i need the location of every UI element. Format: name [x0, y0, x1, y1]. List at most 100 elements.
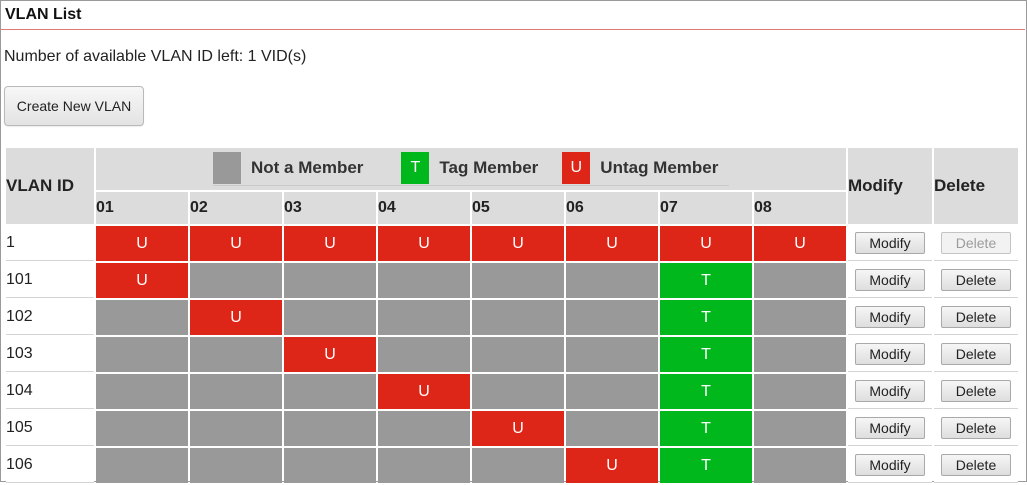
port-membership-cell	[284, 300, 376, 335]
port-membership-cell	[96, 374, 188, 409]
port-header-04: 04	[378, 192, 470, 224]
delete-cell: Delete	[934, 263, 1018, 298]
port-membership-cell: U	[566, 226, 658, 261]
port-membership-cell	[378, 263, 470, 298]
vlan-table: VLAN ID Not a Member T Tag Member U Unta…	[4, 146, 1020, 485]
untag-member-swatch: U	[562, 152, 591, 184]
port-membership-cell	[378, 411, 470, 446]
delete-button[interactable]: Delete	[941, 269, 1011, 291]
port-membership-cell	[378, 337, 470, 372]
title-bar: VLAN List	[1, 1, 1025, 30]
port-membership-cell	[96, 448, 188, 483]
tag-member-label: Tag Member	[439, 158, 539, 177]
port-membership-cell: T	[660, 300, 752, 335]
port-membership-cell: T	[660, 263, 752, 298]
port-membership-cell: U	[378, 374, 470, 409]
modify-button[interactable]: Modify	[855, 454, 925, 476]
port-membership-cell	[378, 448, 470, 483]
port-header-05: 05	[472, 192, 564, 224]
table-row: 103 U T Modify Delete	[6, 337, 1018, 372]
legend-divider	[213, 185, 729, 186]
vlan-id-cell: 105	[6, 411, 94, 446]
modify-button[interactable]: Modify	[855, 269, 925, 291]
vlan-id-cell: 1	[6, 226, 94, 261]
modify-button[interactable]: Modify	[855, 343, 925, 365]
port-membership-cell: T	[660, 411, 752, 446]
delete-button[interactable]: Delete	[941, 306, 1011, 328]
port-membership-cell: U	[378, 226, 470, 261]
port-membership-cell: U	[190, 226, 282, 261]
port-membership-cell: U	[284, 226, 376, 261]
port-membership-cell	[754, 337, 846, 372]
port-membership-cell	[754, 411, 846, 446]
port-membership-cell: U	[96, 263, 188, 298]
vlan-id-cell: 103	[6, 337, 94, 372]
port-membership-cell	[566, 411, 658, 446]
port-membership-cell	[284, 263, 376, 298]
table-row: 105 U T Modify Delete	[6, 411, 1018, 446]
modify-button[interactable]: Modify	[855, 417, 925, 439]
create-new-vlan-button[interactable]: Create New VLAN	[4, 86, 144, 126]
port-membership-cell	[190, 448, 282, 483]
modify-cell: Modify	[848, 226, 932, 261]
port-membership-cell	[472, 374, 564, 409]
delete-cell: Delete	[934, 374, 1018, 409]
modify-button[interactable]: Modify	[855, 380, 925, 402]
port-membership-cell: U	[284, 337, 376, 372]
port-membership-cell: U	[566, 448, 658, 483]
port-membership-cell	[284, 411, 376, 446]
port-header-02: 02	[190, 192, 282, 224]
table-row: 101 U T Modify Delete	[6, 263, 1018, 298]
delete-button[interactable]: Delete	[941, 380, 1011, 402]
modify-cell: Modify	[848, 300, 932, 335]
delete-button[interactable]: Delete	[941, 454, 1011, 476]
port-membership-cell	[472, 263, 564, 298]
port-membership-cell	[190, 263, 282, 298]
port-membership-cell	[754, 448, 846, 483]
port-header-01: 01	[96, 192, 188, 224]
modify-header: Modify	[848, 148, 932, 224]
port-membership-cell: U	[660, 226, 752, 261]
port-membership-cell: U	[472, 226, 564, 261]
vlan-id-header: VLAN ID	[6, 148, 94, 224]
modify-cell: Modify	[848, 263, 932, 298]
delete-button[interactable]: Delete	[941, 417, 1011, 439]
port-membership-cell: U	[472, 411, 564, 446]
legend-items: Not a Member T Tag Member U Untag Member	[213, 152, 729, 186]
vlan-id-cell: 106	[6, 448, 94, 483]
table-row: 102 U T Modify Delete	[6, 300, 1018, 335]
port-membership-cell	[96, 411, 188, 446]
port-membership-cell	[190, 374, 282, 409]
port-membership-cell: U	[190, 300, 282, 335]
table-row: 1 U U U U U U U U Modify Delete	[6, 226, 1018, 261]
delete-cell: Delete	[934, 337, 1018, 372]
port-membership-cell	[284, 448, 376, 483]
port-membership-cell	[96, 337, 188, 372]
delete-cell: Delete	[934, 448, 1018, 483]
port-membership-cell	[566, 337, 658, 372]
vlan-id-cell: 102	[6, 300, 94, 335]
delete-header: Delete	[934, 148, 1018, 224]
delete-cell: Delete	[934, 300, 1018, 335]
vlan-id-cell: 101	[6, 263, 94, 298]
delete-button[interactable]: Delete	[941, 343, 1011, 365]
port-membership-cell	[754, 300, 846, 335]
modify-cell: Modify	[848, 448, 932, 483]
port-membership-cell	[754, 263, 846, 298]
membership-legend: Not a Member T Tag Member U Untag Member	[96, 148, 846, 190]
delete-cell: Delete	[934, 226, 1018, 261]
port-membership-cell: T	[660, 448, 752, 483]
modify-cell: Modify	[848, 337, 932, 372]
modify-button[interactable]: Modify	[855, 306, 925, 328]
page-title: VLAN List	[5, 6, 82, 23]
port-membership-cell	[754, 374, 846, 409]
port-membership-cell	[472, 448, 564, 483]
port-header-08: 08	[754, 192, 846, 224]
port-header-03: 03	[284, 192, 376, 224]
port-membership-cell	[378, 300, 470, 335]
modify-button[interactable]: Modify	[855, 232, 925, 254]
untag-member-label: Untag Member	[600, 158, 719, 177]
port-header-07: 07	[660, 192, 752, 224]
table-row: 106 U T Modify Delete	[6, 448, 1018, 483]
port-header-06: 06	[566, 192, 658, 224]
